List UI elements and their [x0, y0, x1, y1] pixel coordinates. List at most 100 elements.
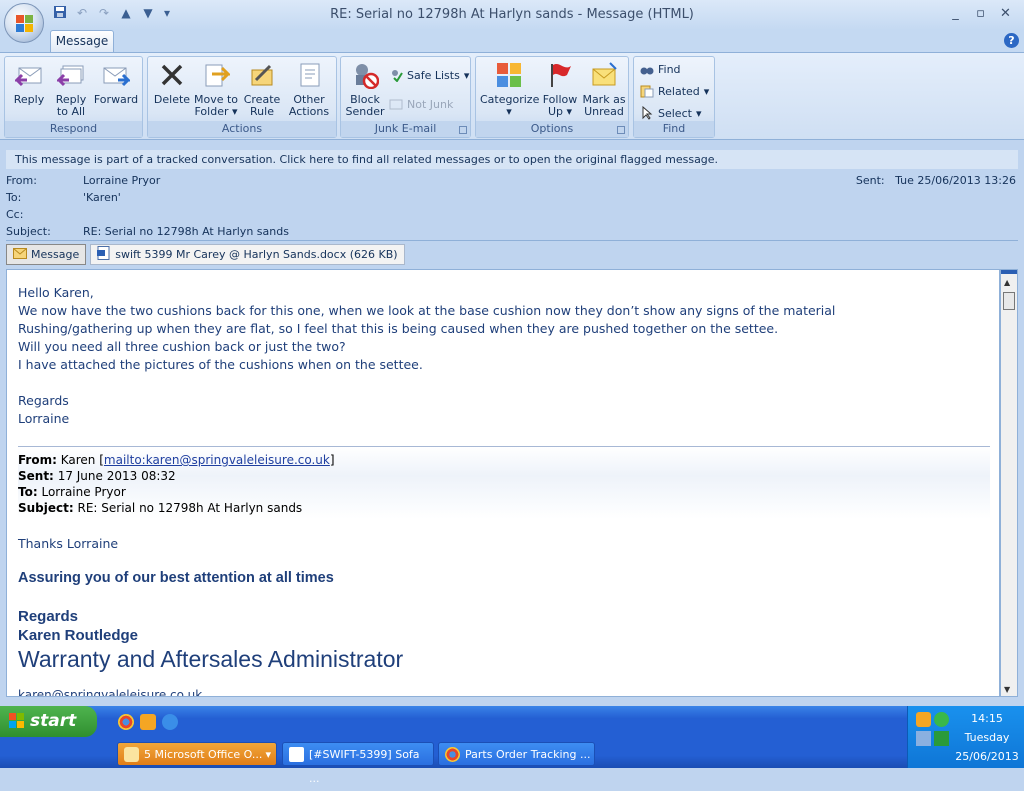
attachment-file[interactable]: swift 5399 Mr Carey @ Harlyn Sands.docx …: [90, 244, 405, 265]
follow-up-button[interactable]: Follow Up ▾: [540, 60, 580, 118]
tracked-conversation-infobar[interactable]: This message is part of a tracked conver…: [6, 150, 1018, 169]
cc-label: Cc:: [6, 208, 24, 221]
group-label-junk: Junk E-mail: [341, 121, 470, 137]
delete-button[interactable]: Delete: [153, 60, 191, 106]
group-actions: Delete Move to Folder ▾ Create Rule Othe…: [147, 56, 337, 138]
from-value[interactable]: Lorraine Pryor: [83, 174, 160, 187]
outlook-icon[interactable]: [140, 714, 156, 730]
outlook-icon: [124, 747, 139, 762]
scroll-thumb[interactable]: [1003, 292, 1015, 310]
cursor-arrow-icon: [640, 105, 654, 120]
mark-as-unread-button[interactable]: Mark as Unread: [582, 60, 626, 118]
create-rule-icon: [247, 60, 277, 90]
create-rule-button[interactable]: Create Rule: [241, 60, 283, 118]
status-tray-icon[interactable]: [934, 712, 949, 727]
mark-unread-icon: [589, 60, 619, 90]
message-tab[interactable]: Message: [6, 244, 87, 265]
taskbar-button-swift[interactable]: [#SWIFT-5399] Sofa ...: [282, 742, 434, 785]
group-options: Categorize ▾ Follow Up ▾ Mark as Unread …: [475, 56, 629, 138]
scroll-top-marker: [1001, 270, 1017, 274]
quoted-subject-row: Subject: RE: Serial no 12798h At Harlyn …: [18, 501, 303, 515]
reply-title: Warranty and Aftersales Administrator: [18, 646, 404, 672]
cc-row: Cc:: [6, 208, 83, 221]
group-chevron-icon: ▾: [265, 748, 271, 761]
quoted-to-row: To: Lorraine Pryor: [18, 485, 126, 499]
chrome-icon: [445, 747, 460, 762]
ribbon-tab-row: Message ?: [0, 30, 1024, 52]
body-scrollbar[interactable]: ▲ ▼: [1000, 269, 1018, 697]
outlook-tray-icon[interactable]: [916, 712, 931, 727]
group-label-find: Find: [634, 121, 714, 137]
other-actions-icon: [294, 60, 324, 90]
forward-icon: [101, 60, 131, 90]
clock-time[interactable]: 14:15: [952, 712, 1022, 725]
follow-up-flag-icon: [545, 60, 575, 90]
reply-regards: Regards: [18, 608, 79, 625]
body-line: Will you need all three cushion back or …: [18, 339, 346, 354]
help-icon[interactable]: ?: [1004, 33, 1019, 48]
reply-icon: [14, 60, 44, 90]
to-row: To: 'Karen': [6, 191, 121, 204]
scroll-down-arrow-icon[interactable]: ▼: [1004, 685, 1010, 694]
scroll-up-arrow-icon[interactable]: ▲: [1004, 278, 1010, 287]
move-to-folder-icon: [201, 60, 231, 90]
to-value[interactable]: 'Karen': [83, 191, 121, 204]
title-bar: ↶ ↷ ▲ ▼ ▾ RE: Serial no 12798h At Harlyn…: [0, 0, 1024, 30]
mailto-link[interactable]: mailto:karen@springvaleleisure.co.uk: [104, 453, 330, 467]
reply-all-button[interactable]: Reply to All: [51, 60, 91, 118]
select-button[interactable]: Select ▾: [640, 104, 701, 122]
related-button[interactable]: Related ▾: [640, 82, 709, 100]
reply-button[interactable]: Reply: [9, 60, 49, 106]
body-line: We now have the two cushions back for th…: [18, 303, 836, 318]
reply-email-partial: karen@springvaleleisure.co.uk: [18, 688, 203, 697]
taskbar-button-parts[interactable]: Parts Order Tracking ...: [438, 742, 595, 766]
jira-icon: [289, 747, 304, 762]
attachment-bar: Message swift 5399 Mr Carey @ Harlyn San…: [6, 244, 405, 266]
categorize-icon: [494, 60, 524, 90]
body-line: Rushing/gathering up when they are flat,…: [18, 321, 779, 336]
start-button[interactable]: start: [0, 706, 97, 737]
safe-lists-button[interactable]: Safe Lists ▾: [389, 66, 469, 84]
reply-all-icon: [56, 60, 86, 90]
group-respond: Reply Reply to All Forward Respond: [4, 56, 143, 138]
not-junk-button[interactable]: Not Junk: [389, 95, 453, 113]
other-actions-button[interactable]: Other Actions ▾: [285, 60, 333, 130]
ie-icon[interactable]: [162, 714, 178, 730]
binoculars-icon: [640, 62, 654, 76]
message-body[interactable]: Hello Karen, We now have the two cushion…: [6, 269, 1000, 697]
network-tray-icon[interactable]: [916, 731, 931, 746]
sent-row: Sent: Tue 25/06/2013 13:26: [856, 174, 1016, 187]
restore-button[interactable]: ▫: [968, 4, 993, 24]
find-button[interactable]: Find: [640, 60, 681, 78]
block-sender-button[interactable]: Block Sender: [344, 60, 386, 118]
from-row: From: Lorraine Pryor: [6, 174, 160, 187]
minimize-button[interactable]: _: [943, 4, 968, 24]
window-controls: _ ▫ ✕: [943, 4, 1018, 24]
subject-label: Subject:: [6, 225, 51, 238]
junk-dialog-launcher[interactable]: [459, 126, 467, 134]
security-tray-icon[interactable]: [934, 731, 949, 746]
office-button[interactable]: [4, 3, 44, 43]
not-junk-icon: [389, 97, 403, 111]
taskbar-button-outlook[interactable]: 5 Microsoft Office O... ▾: [117, 742, 277, 766]
reply-assuring: Assuring you of our best attention at al…: [18, 570, 334, 586]
quoted-sent-row: Sent: 17 June 2013 08:32: [18, 469, 176, 483]
close-button[interactable]: ✕: [993, 4, 1018, 24]
word-document-icon: [97, 246, 111, 263]
options-dialog-launcher[interactable]: [617, 126, 625, 134]
clock-day: Tuesday: [964, 731, 1010, 744]
reply-thanks: Thanks Lorraine: [18, 536, 119, 551]
quick-launch: [118, 714, 178, 730]
chrome-icon[interactable]: [118, 714, 134, 730]
from-label: From:: [6, 174, 37, 187]
forward-button[interactable]: Forward: [93, 60, 139, 106]
group-label-actions: Actions: [148, 121, 336, 137]
tab-message[interactable]: Message: [50, 30, 114, 52]
body-regards: Regards: [18, 393, 69, 408]
envelope-icon: [13, 247, 27, 262]
delete-icon: [157, 60, 187, 90]
taskbar: start 5 Microsoft Office O... ▾ [#SWIFT-…: [0, 706, 1024, 785]
categorize-button[interactable]: Categorize ▾: [480, 60, 539, 118]
move-to-folder-button[interactable]: Move to Folder ▾: [193, 60, 239, 118]
block-sender-icon: [350, 60, 380, 90]
